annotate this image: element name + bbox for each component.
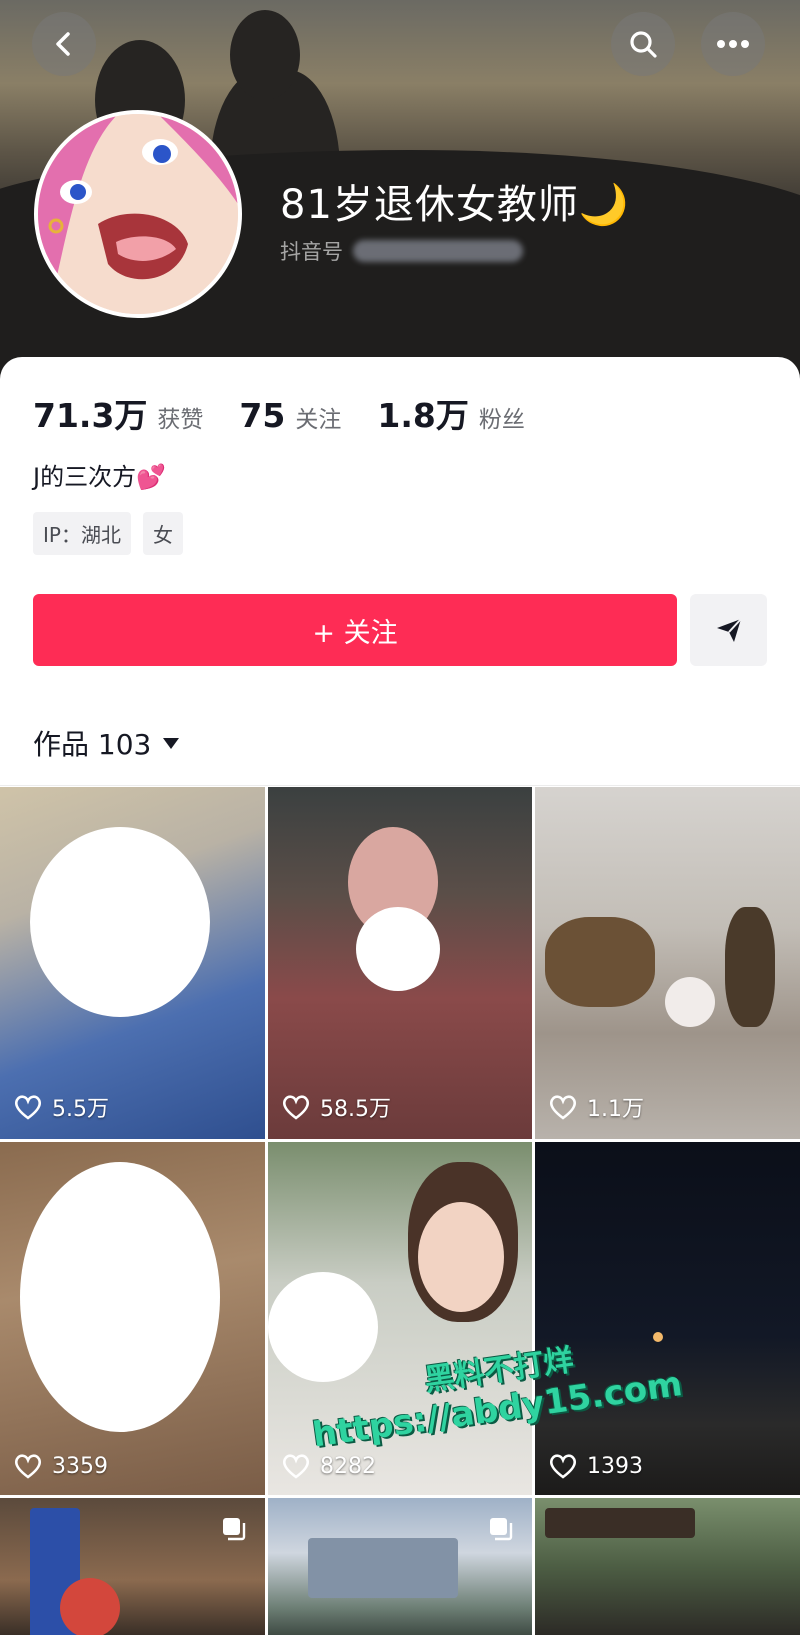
- building-shape: [308, 1538, 458, 1598]
- video-thumbnail[interactable]: [535, 1498, 800, 1635]
- like-count: 3359: [14, 1453, 108, 1479]
- search-icon: [630, 31, 657, 58]
- works-label: 作品 103: [33, 728, 152, 761]
- like-count-value: 5.5万: [52, 1097, 109, 1122]
- gallery-icon: [490, 1518, 513, 1541]
- caret-down-icon: [163, 737, 180, 749]
- bear-shape: [725, 907, 775, 1027]
- back-button[interactable]: [32, 12, 96, 76]
- avatar[interactable]: [34, 110, 242, 318]
- username: 81岁退休女教师🌙: [280, 182, 630, 228]
- profile-tags: IP：湖北 女: [33, 512, 183, 555]
- anime-avatar-image: [38, 114, 238, 314]
- like-count-value: 1393: [587, 1453, 643, 1479]
- heart-icon: [283, 1454, 309, 1479]
- censor-blot: [356, 907, 440, 991]
- video-thumbnail[interactable]: 3359: [0, 1142, 265, 1495]
- followers-count[interactable]: 1.8万: [377, 389, 468, 437]
- works-tab[interactable]: 作品 103: [33, 723, 180, 763]
- more-button[interactable]: [701, 12, 765, 76]
- more-dots-icon: [717, 40, 749, 48]
- gallery-icon: [223, 1518, 246, 1541]
- video-thumbnail[interactable]: 1.1万: [535, 787, 800, 1139]
- video-thumbnail[interactable]: [0, 1498, 265, 1635]
- like-count: 1393: [549, 1453, 643, 1479]
- send-icon: [716, 618, 742, 642]
- gender-tag: 女: [142, 512, 183, 555]
- like-count-value: 8282: [320, 1453, 376, 1479]
- search-button[interactable]: [611, 12, 675, 76]
- heart-icon: [15, 1454, 41, 1479]
- heart-icon: [550, 1454, 576, 1479]
- douyin-id-label: 抖音号: [280, 240, 343, 264]
- divider: [0, 785, 800, 786]
- like-count-value: 58.5万: [320, 1097, 391, 1122]
- douyin-id: 抖音号: [280, 236, 523, 266]
- pavilion-roof: [545, 1508, 695, 1538]
- like-count: 1.1万: [549, 1091, 644, 1123]
- redacted-id: [353, 240, 523, 262]
- bear-shape: [545, 917, 655, 1007]
- censor-blot: [20, 1162, 220, 1432]
- heart-icon: [15, 1095, 41, 1120]
- censor-blot: [665, 977, 715, 1027]
- banner-figure-head: [230, 10, 300, 100]
- video-thumbnail[interactable]: 1393: [535, 1142, 800, 1495]
- face-shape: [418, 1202, 504, 1312]
- bio-text: J的三次方💕: [33, 463, 166, 491]
- heart-icon: [550, 1095, 576, 1120]
- ip-location-tag: IP：湖北: [33, 512, 131, 555]
- following-label[interactable]: 关注: [295, 400, 341, 434]
- censor-blot: [30, 827, 210, 1017]
- like-count: 8282: [282, 1453, 376, 1479]
- like-count: 58.5万: [282, 1091, 391, 1123]
- likes-count: 71.3万: [33, 396, 148, 435]
- following-count[interactable]: 75: [239, 396, 285, 435]
- chevron-left-icon: [56, 32, 70, 56]
- like-count-value: 3359: [52, 1453, 108, 1479]
- stats-row: 71.3万 获赞 75 关注 1.8万 粉丝: [33, 389, 561, 437]
- message-button[interactable]: [690, 594, 767, 666]
- follow-button[interactable]: + 关注: [33, 594, 677, 666]
- mascot-shape: [60, 1578, 120, 1635]
- followers-label[interactable]: 粉丝: [479, 400, 525, 434]
- video-thumbnail[interactable]: 5.5万: [0, 787, 265, 1139]
- heart-icon: [283, 1095, 309, 1120]
- profile-card: 71.3万 获赞 75 关注 1.8万 粉丝 J的三次方💕 IP：湖北 女 + …: [0, 357, 800, 787]
- like-count-value: 1.1万: [587, 1097, 644, 1122]
- likes-label: 获赞: [157, 407, 204, 433]
- like-count: 5.5万: [14, 1091, 109, 1123]
- video-thumbnail[interactable]: [268, 1498, 532, 1635]
- video-thumbnail[interactable]: 58.5万: [268, 787, 532, 1139]
